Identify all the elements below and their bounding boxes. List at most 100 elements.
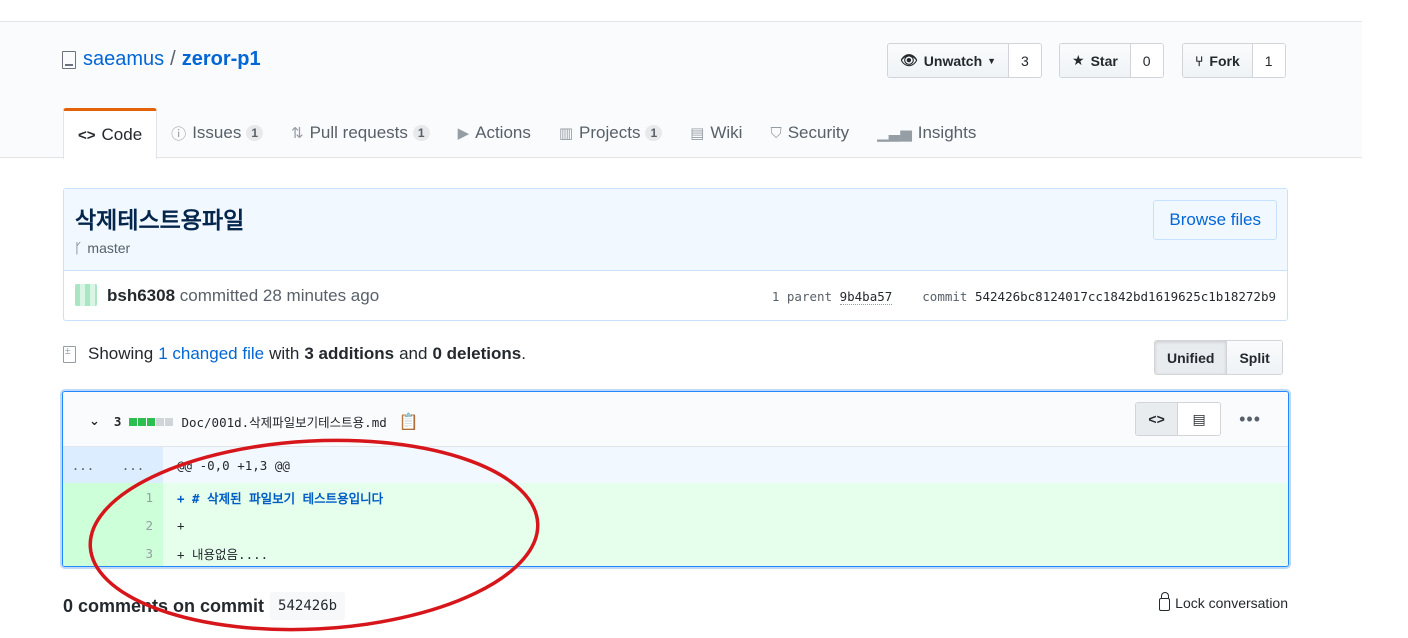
pull-request-icon: ⇅ — [291, 125, 304, 142]
commit-box: 삭제테스트용파일 ᚴ master Browse files bsh6308 c… — [63, 188, 1288, 321]
deletions-count: 0 deletions — [432, 344, 522, 363]
unified-button[interactable]: Unified — [1155, 341, 1228, 374]
project-icon: ▥ — [558, 125, 574, 142]
file-icon: ▤ — [1192, 410, 1206, 427]
split-button[interactable]: Split — [1227, 341, 1282, 374]
lock-icon — [1159, 592, 1171, 611]
source-diff-button[interactable]: <> — [1136, 403, 1179, 435]
parent-info: 1 parent 9b4ba57 — [771, 289, 893, 305]
unwatch-button[interactable]: 👁 Unwatch ▼ — [888, 44, 1010, 77]
lock-conversation-button[interactable]: Lock conversation — [1159, 592, 1288, 611]
browse-files-button[interactable]: Browse files — [1153, 200, 1277, 240]
graph-icon: ▁▃▅ — [877, 125, 912, 142]
parent-sha-link[interactable]: 9b4ba57 — [839, 289, 893, 305]
rich-diff-button[interactable]: ▤ — [1178, 403, 1221, 435]
comments-label: 0 comments on commit — [63, 595, 265, 616]
unwatch-label: Unwatch — [923, 52, 983, 69]
tab-security[interactable]: ⛉ Security — [756, 108, 863, 158]
diffstat — [129, 417, 174, 426]
commit-meta: bsh6308 committed 28 minutes ago 1 paren… — [64, 271, 1287, 321]
tab-label: Insights — [917, 123, 977, 142]
tab-label: Pull requests — [309, 123, 408, 142]
repo-title: saeamus / zeror-p1 — [62, 48, 261, 71]
additions-count: 3 additions — [304, 344, 395, 363]
stars-count[interactable]: 0 — [1130, 44, 1163, 77]
file-header: ⌄ 3 Doc/001d.삭제파일보기테스트용.md 📋 <> ▤ ••• — [63, 392, 1288, 447]
diff-line: 2 + — [63, 511, 1288, 539]
hunk-row: ... ... @@ -0,0 +1,3 @@ — [63, 447, 1288, 483]
caret-down-icon: ▼ — [987, 55, 997, 66]
branch-info: ᚴ master — [74, 240, 130, 256]
tab-label: Issues — [192, 123, 242, 142]
file-info: ⌄ 3 Doc/001d.삭제파일보기테스트용.md 📋 — [89, 412, 419, 431]
eye-icon: 👁 — [900, 52, 918, 68]
commit-time: committed 28 minutes ago — [179, 286, 380, 305]
change-count: 3 — [113, 414, 122, 429]
repo-separator: / — [170, 48, 176, 70]
top-bar — [0, 0, 1362, 22]
old-line-number[interactable] — [63, 511, 113, 539]
commit-sha: 542426bc8124017cc1842bd1619625c1b18272b9 — [974, 289, 1276, 304]
tab-projects[interactable]: ▥ Projects 1 — [545, 108, 676, 158]
issue-icon: ⓘ — [171, 125, 187, 143]
play-icon: ▶ — [457, 125, 470, 142]
comments-sha: 542426b — [270, 592, 346, 620]
code-line: + 내용없음.... — [177, 546, 269, 562]
watchers-count[interactable]: 3 — [1009, 44, 1041, 77]
fork-group: ⑂ Fork 1 — [1182, 43, 1286, 78]
commit-label: commit — [922, 289, 968, 304]
diffstat-block — [138, 417, 147, 426]
tab-issues[interactable]: ⓘ Issues 1 — [157, 108, 277, 158]
book-icon: ▤ — [690, 125, 705, 142]
forks-count[interactable]: 1 — [1252, 44, 1285, 77]
tab-insights[interactable]: ▁▃▅ Insights — [863, 108, 990, 158]
diffstat-block — [129, 417, 138, 426]
tab-pull-requests[interactable]: ⇅ Pull requests 1 — [277, 108, 444, 158]
tab-label: Actions — [475, 123, 531, 142]
showing-text: Showing — [88, 344, 154, 363]
tab-label: Wiki — [710, 123, 743, 142]
kebab-menu-icon[interactable]: ••• — [1239, 409, 1261, 430]
tab-wiki[interactable]: ▤ Wiki — [676, 108, 756, 158]
repo-name-link[interactable]: zeror-p1 — [182, 48, 261, 71]
tab-label: Projects — [579, 123, 641, 142]
branch-name[interactable]: master — [87, 240, 130, 256]
expand-new[interactable]: ... — [113, 447, 163, 483]
code-icon: <> — [78, 126, 96, 144]
commit-header: 삭제테스트용파일 ᚴ master Browse files — [64, 189, 1287, 271]
old-line-number[interactable] — [63, 483, 113, 511]
repo-nav-tabs: <> Code ⓘ Issues 1 ⇅ Pull requests 1 ▶ A… — [63, 108, 990, 159]
new-line-number[interactable]: 2 — [113, 511, 163, 539]
expand-old[interactable]: ... — [63, 447, 113, 483]
tab-label: Code — [101, 125, 143, 144]
parent-label: 1 parent — [771, 289, 833, 304]
new-line-number[interactable]: 1 — [113, 483, 163, 511]
comments-heading: 0 comments on commit 542426b — [63, 592, 346, 620]
shield-icon: ⛉ — [770, 124, 782, 142]
file-view-toggle: <> ▤ — [1135, 402, 1222, 436]
commit-title: 삭제테스트용파일 — [75, 207, 245, 233]
tab-code[interactable]: <> Code — [63, 108, 158, 159]
tab-counter: 1 — [412, 125, 430, 141]
star-group: ★ Star 0 — [1059, 43, 1164, 78]
author-name[interactable]: bsh6308 — [107, 286, 175, 305]
diff-table: ... ... @@ -0,0 +1,3 @@ 1 + # 삭제된 파일보기 테… — [63, 447, 1288, 566]
code-line: + # 삭제된 파일보기 테스트용입니다 — [177, 490, 384, 506]
repo-owner-link[interactable]: saeamus — [83, 48, 164, 71]
changed-files-link[interactable]: 1 changed file — [158, 344, 264, 364]
file-path-link[interactable]: Doc/001d.삭제파일보기테스트용.md — [181, 412, 386, 431]
star-button[interactable]: ★ Star — [1060, 44, 1131, 77]
lock-label: Lock conversation — [1175, 594, 1288, 611]
avatar[interactable] — [75, 284, 97, 306]
fork-icon: ⑂ — [1195, 52, 1204, 69]
fork-button[interactable]: ⑂ Fork — [1183, 44, 1253, 77]
clipboard-icon[interactable]: 📋 — [399, 412, 419, 431]
new-line-number[interactable]: 3 — [113, 539, 163, 566]
diff-icon — [63, 345, 76, 363]
code-icon: <> — [1148, 411, 1165, 427]
commit-info: commit 542426bc8124017cc1842bd1619625c1b… — [922, 289, 1276, 304]
star-icon: ★ — [1072, 52, 1085, 68]
chevron-down-icon[interactable]: ⌄ — [89, 414, 100, 429]
tab-actions[interactable]: ▶ Actions — [444, 108, 545, 158]
old-line-number[interactable] — [63, 539, 113, 566]
